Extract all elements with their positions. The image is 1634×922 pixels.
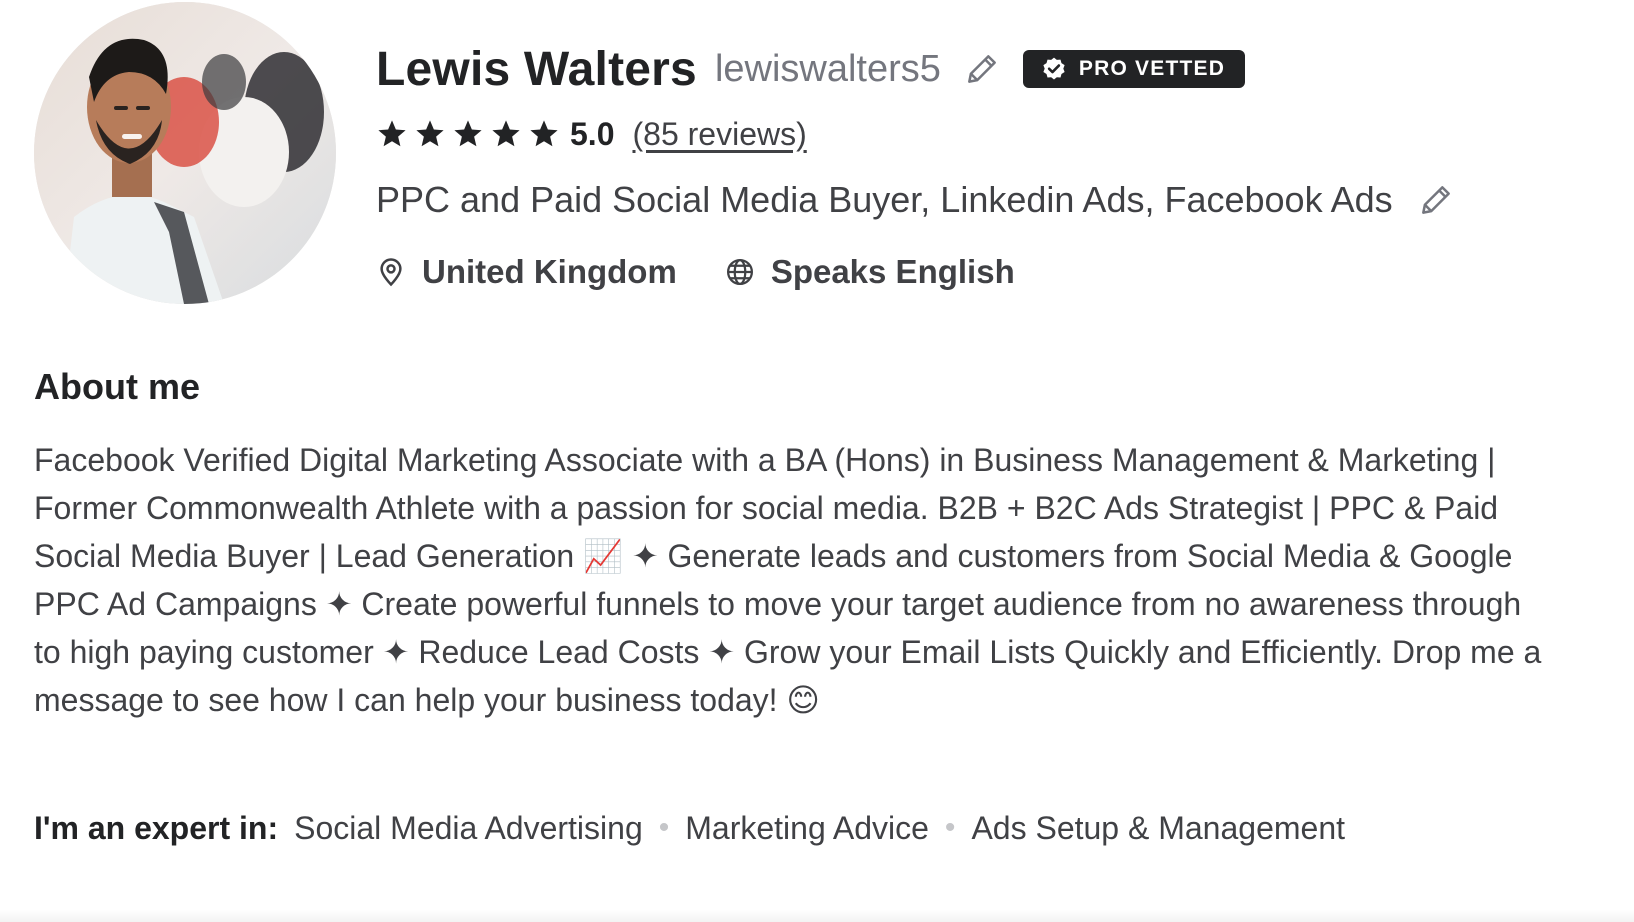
about-section: About me Facebook Verified Digital Marke… — [34, 366, 1594, 724]
globe-icon — [725, 257, 755, 287]
star-icon — [528, 118, 560, 150]
verified-check-icon — [1041, 56, 1067, 82]
expertise-item[interactable]: Marketing Advice — [685, 810, 929, 847]
tagline-row: PPC and Paid Social Media Buyer, Linkedi… — [376, 170, 1596, 230]
badge-label: PRO VETTED — [1078, 57, 1226, 80]
star-icon — [490, 118, 522, 150]
expertise-row: I'm an expert in: Social Media Advertisi… — [34, 804, 1345, 852]
expertise-item[interactable]: Ads Setup & Management — [971, 810, 1345, 847]
languages-text: Speaks English — [770, 253, 1015, 290]
languages: Speaks English — [725, 253, 1015, 291]
profile-header: Lewis Walters lewiswalters5 PRO VETTED 5… — [34, 0, 1614, 310]
star-icon — [376, 118, 408, 150]
reviews-link[interactable]: (85 reviews) — [632, 116, 806, 153]
pencil-icon[interactable] — [963, 50, 1001, 88]
star-icon — [414, 118, 446, 150]
expertise-label: I'm an expert in: — [34, 809, 279, 846]
avatar[interactable] — [34, 2, 336, 304]
pro-vetted-badge: PRO VETTED — [1022, 50, 1246, 88]
profile-info: Lewis Walters lewiswalters5 PRO VETTED 5… — [376, 40, 1596, 300]
meta-row: United Kingdom Speaks English — [376, 244, 1596, 300]
username: lewiswalters5 — [714, 47, 941, 90]
about-text: Facebook Verified Digital Marketing Asso… — [34, 442, 1542, 718]
rating-row: 5.0 (85 reviews) — [376, 106, 1596, 162]
profile-tagline: PPC and Paid Social Media Buyer, Linkedi… — [376, 179, 1393, 220]
expertise-item[interactable]: Social Media Advertising — [294, 810, 643, 847]
pencil-icon[interactable] — [1417, 181, 1455, 219]
location-text: United Kingdom — [422, 253, 677, 290]
name-row: Lewis Walters lewiswalters5 PRO VETTED — [376, 40, 1596, 98]
location-pin-icon — [376, 257, 406, 287]
profile-name: Lewis Walters — [376, 42, 697, 96]
star-icon — [452, 118, 484, 150]
avatar-image — [34, 2, 336, 304]
section-divider — [0, 910, 1634, 922]
separator-dot: • — [658, 811, 670, 844]
rating-value: 5.0 — [570, 115, 615, 152]
location: United Kingdom — [376, 253, 677, 291]
about-title: About me — [34, 366, 200, 407]
separator-dot: • — [944, 811, 956, 844]
